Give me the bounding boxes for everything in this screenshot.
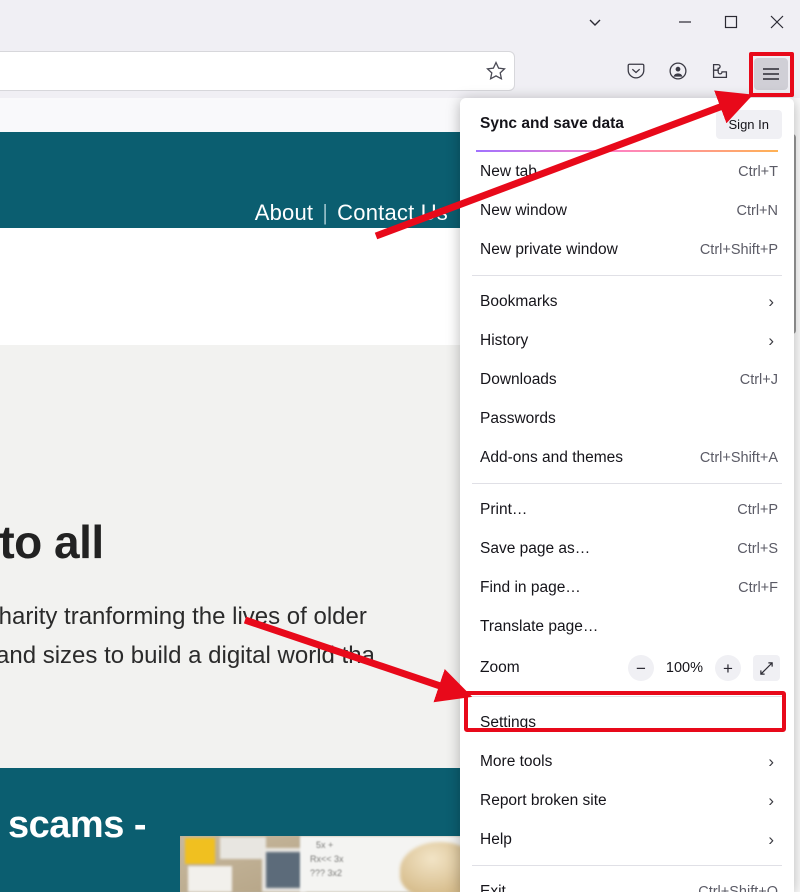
zoom-in-button[interactable]: + — [715, 655, 741, 681]
chevron-right-icon: › — [768, 791, 774, 810]
bottom-section-heading: scams - — [8, 804, 147, 846]
menu-item-history[interactable]: History › — [460, 321, 794, 360]
menu-group-new: New tab Ctrl+T New window Ctrl+N New pri… — [460, 152, 794, 269]
menu-item-new-window[interactable]: New window Ctrl+N — [460, 191, 794, 230]
menu-item-find-in-page[interactable]: Find in page… Ctrl+F — [460, 568, 794, 607]
menu-item-label: Passwords — [480, 409, 556, 427]
menu-item-new-tab[interactable]: New tab Ctrl+T — [460, 152, 794, 191]
sign-in-button[interactable]: Sign In — [715, 109, 782, 139]
address-bar[interactable] — [0, 51, 515, 91]
menu-item-label: Downloads — [480, 370, 557, 388]
bottom-section-photo: 5x + Rx<< 3x ??? 3x2 — [180, 836, 470, 892]
menu-item-bookmarks[interactable]: Bookmarks › — [460, 282, 794, 321]
menu-item-label: Add-ons and themes — [480, 448, 624, 466]
menu-item-label: Exit — [480, 882, 506, 892]
menu-item-shortcut: Ctrl+F — [738, 579, 778, 596]
site-link-separator: | — [322, 200, 329, 225]
chevron-right-icon: › — [768, 292, 774, 311]
menu-group-page: Print… Ctrl+P Save page as… Ctrl+S Find … — [460, 490, 794, 690]
application-menu-panel: Sync and save data Sign In New tab Ctrl+… — [460, 98, 794, 892]
pocket-icon[interactable] — [620, 55, 652, 87]
bookmark-star-icon[interactable] — [484, 59, 508, 83]
zoom-level-value[interactable]: 100% — [666, 660, 703, 676]
menu-item-exit[interactable]: Exit Ctrl+Shift+Q — [460, 872, 794, 892]
menu-divider — [472, 865, 782, 866]
menu-item-shortcut: Ctrl+Shift+A — [699, 449, 778, 466]
site-utility-links: About | Contact Us — [255, 200, 448, 226]
menu-item-print[interactable]: Print… Ctrl+P — [460, 490, 794, 529]
menu-item-shortcut: Ctrl+Shift+P — [699, 241, 778, 258]
toolbar-icon-group — [620, 54, 736, 88]
chevron-right-icon: › — [768, 752, 774, 771]
menu-item-shortcut: Ctrl+Shift+Q — [698, 883, 778, 892]
menu-item-shortcut: Ctrl+N — [736, 202, 779, 219]
menu-item-label: New tab — [480, 162, 537, 180]
fullscreen-icon[interactable] — [753, 655, 780, 681]
zoom-label: Zoom — [480, 659, 520, 676]
sync-and-save-row[interactable]: Sync and save data Sign In — [460, 98, 794, 150]
menu-group-library: Bookmarks › History › Downloads Ctrl+J P… — [460, 282, 794, 477]
menu-item-shortcut: Ctrl+J — [739, 371, 778, 388]
menu-item-label: More tools — [480, 752, 553, 770]
extensions-icon[interactable] — [704, 55, 736, 87]
menu-item-label: Save page as… — [480, 539, 591, 557]
menu-item-label: Bookmarks — [480, 292, 558, 310]
menu-item-shortcut: Ctrl+P — [737, 501, 778, 518]
chevron-right-icon: › — [768, 331, 774, 350]
window-titlebar — [0, 0, 800, 44]
menu-item-save-page-as[interactable]: Save page as… Ctrl+S — [460, 529, 794, 568]
menu-item-help[interactable]: Help › — [460, 820, 794, 859]
chevron-right-icon: › — [768, 830, 774, 849]
site-link-contact[interactable]: Contact Us — [337, 200, 448, 225]
account-icon[interactable] — [662, 55, 694, 87]
site-link-about[interactable]: About — [255, 200, 314, 225]
hero-paragraph-line-2: es and sizes to build a digital world th… — [0, 642, 375, 669]
tab-list-chevron-icon[interactable] — [572, 0, 618, 44]
menu-item-new-private-window[interactable]: New private window Ctrl+Shift+P — [460, 230, 794, 269]
menu-item-label: History — [480, 331, 529, 349]
menu-item-translate-page[interactable]: Translate page… — [460, 607, 794, 646]
menu-item-label: Print… — [480, 500, 528, 518]
menu-item-label: New private window — [480, 240, 618, 258]
window-close-button[interactable] — [754, 0, 800, 44]
settings-highlight-box — [464, 691, 786, 732]
menu-item-label: New window — [480, 201, 568, 219]
window-minimize-button[interactable] — [662, 0, 708, 44]
window-maximize-button[interactable] — [708, 0, 754, 44]
menu-item-label: Report broken site — [480, 791, 607, 809]
menu-item-label: Find in page… — [480, 578, 581, 596]
menu-item-zoom: Zoom − 100% + — [460, 646, 794, 690]
zoom-out-button[interactable]: − — [627, 655, 654, 681]
menu-item-addons-and-themes[interactable]: Add-ons and themes Ctrl+Shift+A — [460, 438, 794, 477]
menu-item-downloads[interactable]: Downloads Ctrl+J — [460, 360, 794, 399]
hamburger-highlight-box — [749, 52, 794, 97]
menu-item-label: Help — [480, 830, 512, 848]
menu-item-report-broken-site[interactable]: Report broken site › — [460, 781, 794, 820]
menu-item-shortcut: Ctrl+S — [737, 540, 778, 557]
menu-divider — [472, 483, 782, 484]
menu-item-more-tools[interactable]: More tools › — [460, 742, 794, 781]
menu-item-label: Translate page… — [480, 617, 599, 635]
hero-paragraph: K charity tranforming the lives of older… — [0, 597, 375, 675]
browser-window: About|Contact Us rvices Workplace Servic… — [0, 0, 800, 892]
hero-heading: e to all — [0, 516, 104, 568]
sync-label: Sync and save data — [480, 115, 624, 132]
menu-item-shortcut: Ctrl+T — [738, 163, 778, 180]
menu-item-passwords[interactable]: Passwords — [460, 399, 794, 438]
hero-paragraph-line-1: K charity tranforming the lives of older — [0, 603, 367, 630]
menu-divider — [472, 275, 782, 276]
